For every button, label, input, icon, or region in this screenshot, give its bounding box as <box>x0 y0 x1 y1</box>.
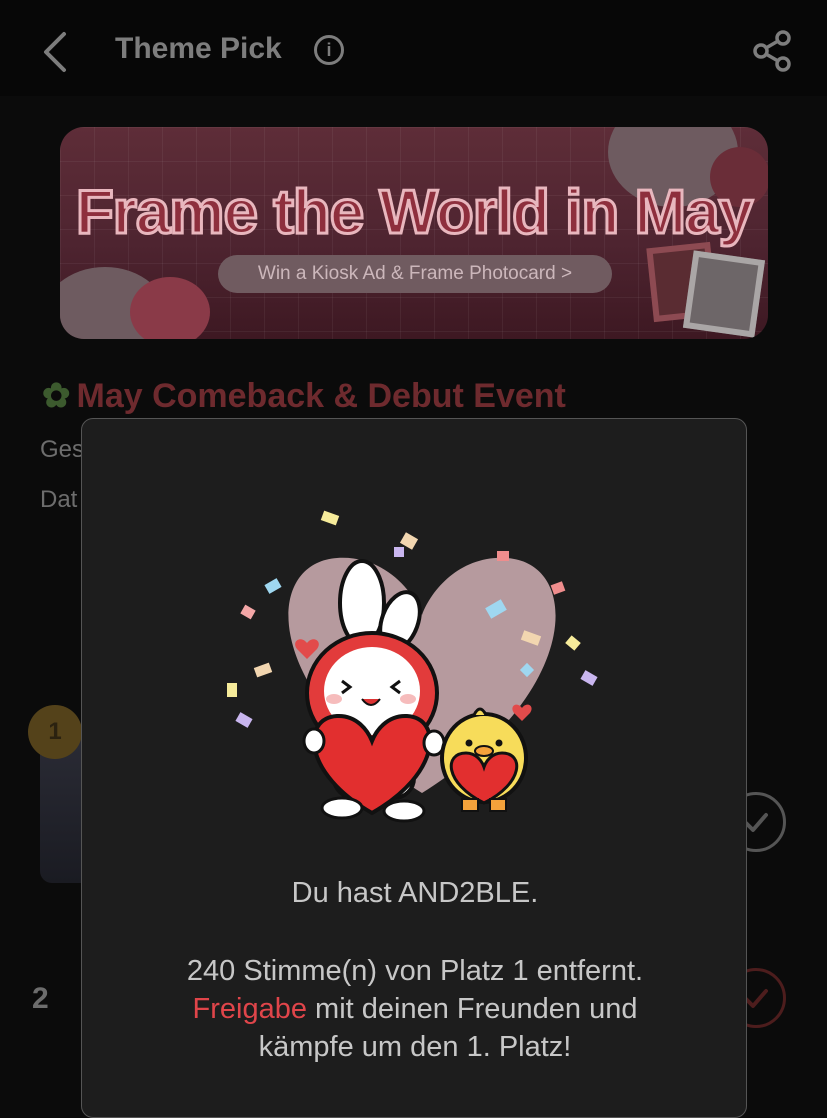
info-icon[interactable]: i <box>314 35 344 65</box>
share-prompt-line: Freigabe mit deinen Freunden und <box>82 993 748 1026</box>
event-banner[interactable]: Frame the World in May Win a Kiosk Ad & … <box>60 127 768 339</box>
share-prompt-line2: kämpfe um den 1. Platz! <box>258 1031 572 1063</box>
back-arrow-icon[interactable] <box>38 30 74 74</box>
celebration-illustration <box>227 510 598 823</box>
vote-status-text: Du hast AND2BLE. <box>291 877 539 909</box>
banner-cta[interactable]: Win a Kiosk Ad & Frame Photocard > <box>218 255 612 293</box>
vote-gap-text: 240 Stimme(n) von Platz 1 entfernt. <box>186 955 644 987</box>
event-title: ✿ May Comeback & Debut Event <box>42 376 566 416</box>
event-info-row: Dat <box>40 486 78 513</box>
event-title-text: May Comeback & Debut Event <box>76 377 566 415</box>
rank-2-label: 2 <box>32 982 49 1015</box>
leaf-icon: ✿ <box>42 377 71 415</box>
page-title: Theme Pick <box>115 32 282 65</box>
share-prompt-text: mit deinen Freunden und <box>306 993 638 1025</box>
top-bar: Theme Pick i <box>0 0 827 96</box>
banner-bubble <box>130 277 210 339</box>
share-icon[interactable] <box>752 30 792 72</box>
rank-1-badge: 1 <box>28 705 82 759</box>
vote-result-dialog: Du hast AND2BLE. 240 Stimme(n) von Platz… <box>81 418 747 1118</box>
share-link[interactable]: Freigabe <box>193 993 307 1025</box>
banner-headline: Frame the World in May <box>74 177 754 249</box>
event-info-row: Ges <box>40 436 85 463</box>
photocard-image <box>682 250 766 338</box>
